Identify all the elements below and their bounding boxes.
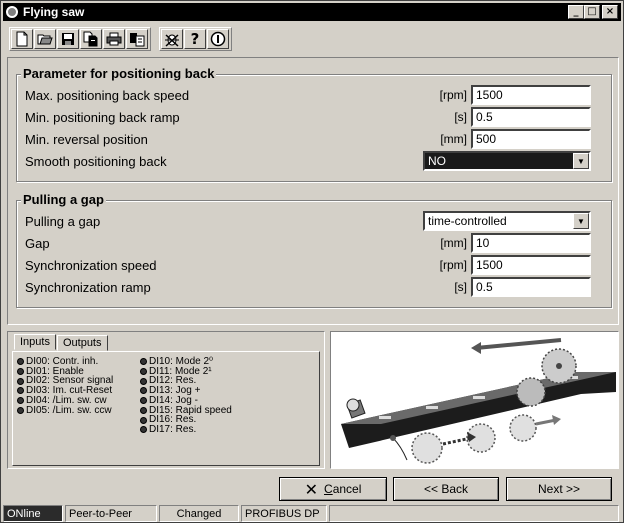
flying-saw-window: Flying saw _ □ × ? Parameter for positio… [0,0,624,523]
positioning-back-title: Parameter for positioning back [21,66,217,81]
status-peer: Peer-to-Peer [65,505,157,522]
field-unit: [mm] [440,132,467,146]
sync-ramp-input[interactable] [471,277,591,297]
print-icon[interactable] [103,29,125,49]
smooth-positioning-row: Smooth positioning back NO ▼ [25,151,591,171]
field-label: Synchronization ramp [25,279,151,295]
bug-icon[interactable] [161,29,183,49]
field-unit: [mm] [440,236,467,250]
field-unit: [rpm] [439,88,467,102]
list-item: DI17: Res. [140,425,232,435]
field-label: Pulling a gap [25,213,101,229]
pulling-gap-group: Pulling a gap Pulling a gap time-control… [16,192,612,308]
window-title: Flying saw [23,5,85,19]
gap-row: Gap [mm] [25,233,591,253]
list-item: DI05: /Lim. sw. ccw [17,405,113,416]
io-tabs: Inputs Outputs [14,334,109,351]
toolbar-file-group [9,27,151,51]
min-reversal-position-input[interactable] [471,129,591,149]
led-icon [17,377,24,385]
led-icon [17,387,24,395]
save-icon[interactable] [57,29,79,49]
inputs-list: DI00: Contr. inh. DI01: Enable DI02: Sen… [12,351,320,466]
led-icon [17,368,24,376]
help-icon[interactable]: ? [184,29,206,49]
smooth-positioning-select[interactable]: NO ▼ [423,151,591,171]
sync-speed-input[interactable] [471,255,591,275]
max-positioning-speed-input[interactable] [471,85,591,105]
field-label: Max. positioning back speed [25,87,190,103]
led-icon [140,397,147,405]
field-label: Synchronization speed [25,257,157,273]
led-icon [17,397,24,405]
led-icon [140,368,147,376]
tab-inputs[interactable]: Inputs [14,334,56,350]
min-reversal-position-row: Min. reversal position [mm] [25,129,591,149]
next-button[interactable]: Next >> [506,477,612,501]
field-label: Min. positioning back ramp [25,109,180,125]
back-button[interactable]: << Back [393,477,499,501]
led-icon [140,358,147,366]
dialog-buttons: ✕ Cancel << Back Next >> [1,477,624,503]
pulling-gap-title: Pulling a gap [21,192,106,207]
tab-outputs[interactable]: Outputs [56,335,108,351]
toolbar-help-group: ? [159,27,232,51]
field-label: Smooth positioning back [25,153,167,169]
status-bus: PROFIBUS DP [241,505,327,522]
pulling-gap-mode-row: Pulling a gap time-controlled ▼ [25,211,591,231]
sync-speed-row: Synchronization speed [rpm] [25,255,591,275]
led-icon [140,377,147,385]
field-unit: [s] [454,110,467,124]
cancel-label: ancel [332,482,362,496]
selected-value: NO [428,154,446,168]
open-icon[interactable] [34,29,56,49]
sync-ramp-row: Synchronization ramp [s] [25,277,591,297]
app-icon [6,6,18,18]
parameter-panel: Parameter for positioning back Max. posi… [7,57,619,325]
info-icon[interactable] [207,29,229,49]
maximize-button[interactable]: □ [584,5,600,19]
export-icon[interactable] [126,29,148,49]
close-button[interactable]: × [602,5,618,19]
close-icon: ✕ [304,479,319,499]
status-bar: ONline Peer-to-Peer Changed PROFIBUS DP [3,505,623,522]
field-label: Min. reversal position [25,131,148,147]
cancel-button[interactable]: ✕ Cancel [279,477,387,501]
led-icon [140,416,147,424]
led-icon [140,387,147,395]
inputs-column-2: DI10: Mode 2⁰ DI11: Mode 2¹ DI12: Res. D… [140,357,232,435]
status-online: ONline [3,505,63,522]
inputs-column-1: DI00: Contr. inh. DI01: Enable DI02: Sen… [17,357,113,415]
field-unit: [s] [454,280,467,294]
min-positioning-ramp-row: Min. positioning back ramp [s] [25,107,591,127]
selected-value: time-controlled [428,214,507,228]
saw-machine-graphic [341,338,616,464]
pulling-gap-mode-select[interactable]: time-controlled ▼ [423,211,591,231]
max-positioning-speed-row: Max. positioning back speed [rpm] [25,85,591,105]
min-positioning-ramp-input[interactable] [471,107,591,127]
gap-input[interactable] [471,233,591,253]
title-bar[interactable]: Flying saw _ □ × [3,3,621,21]
chevron-down-icon[interactable]: ▼ [573,153,589,169]
led-icon [140,406,147,414]
new-icon[interactable] [11,29,33,49]
field-unit: [rpm] [439,258,467,272]
led-icon [140,426,147,434]
minimize-button[interactable]: _ [568,5,584,19]
cancel-label-accel: C [324,482,333,496]
chevron-down-icon[interactable]: ▼ [573,213,589,229]
led-icon [17,406,24,414]
led-icon [17,358,24,366]
field-label: Gap [25,235,50,251]
toolbar: ? [9,27,240,51]
copy-icon[interactable] [80,29,102,49]
io-panel: Inputs Outputs DI00: Contr. inh. DI01: E… [7,331,325,469]
status-changed: Changed [159,505,239,522]
status-empty [329,505,619,522]
flying-saw-illustration [330,331,619,469]
positioning-back-group: Parameter for positioning back Max. posi… [16,66,612,182]
